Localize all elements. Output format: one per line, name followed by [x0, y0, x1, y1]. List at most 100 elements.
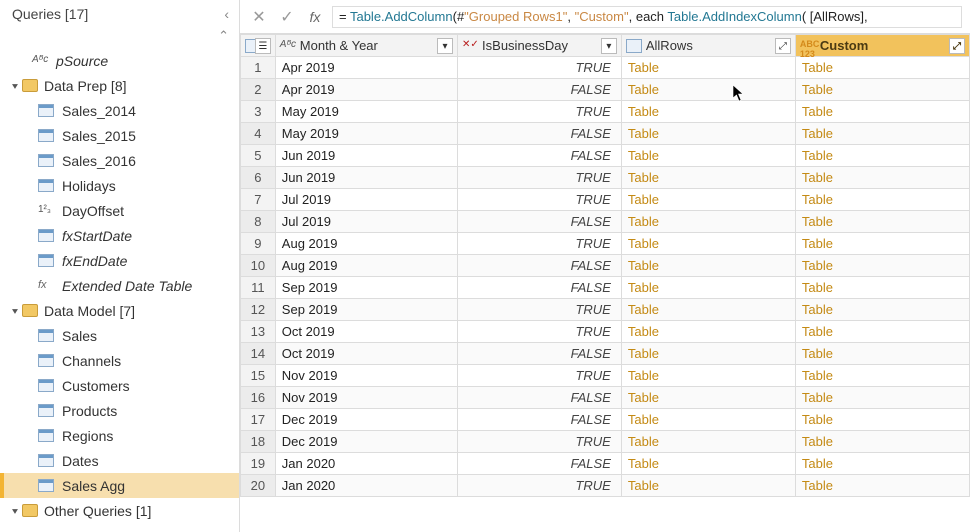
cell-month[interactable]: Dec 2019 [275, 431, 457, 453]
cell-custom[interactable]: Table [795, 211, 969, 233]
query-item[interactable]: Dates [0, 448, 239, 473]
cell-allrows[interactable]: Table [621, 79, 795, 101]
cell-custom[interactable]: Table [795, 321, 969, 343]
table-row[interactable]: 11Sep 2019FALSETableTable [241, 277, 970, 299]
commit-formula-icon[interactable]: ✓ [276, 6, 298, 28]
query-item[interactable]: Sales [0, 323, 239, 348]
row-number-cell[interactable]: 17 [241, 409, 276, 431]
query-item[interactable]: Regions [0, 423, 239, 448]
row-number-cell[interactable]: 20 [241, 475, 276, 497]
table-row[interactable]: 1Apr 2019TRUETableTable [241, 57, 970, 79]
cell-custom[interactable]: Table [795, 79, 969, 101]
cell-isbusinessday[interactable]: FALSE [458, 277, 622, 299]
row-number-cell[interactable]: 11 [241, 277, 276, 299]
row-number-cell[interactable]: 16 [241, 387, 276, 409]
cell-month[interactable]: Jun 2019 [275, 167, 457, 189]
row-menu-icon[interactable]: ☰ [255, 38, 271, 54]
table-row[interactable]: 7Jul 2019TRUETableTable [241, 189, 970, 211]
row-number-cell[interactable]: 2 [241, 79, 276, 101]
query-item[interactable]: Sales Agg [0, 473, 239, 498]
cell-month[interactable]: Oct 2019 [275, 321, 457, 343]
formula-input[interactable]: = Table.AddColumn(#"Grouped Rows1", "Cus… [332, 6, 962, 28]
column-header-cust[interactable]: ABC 123Custom⤢ [795, 35, 969, 57]
query-item[interactable]: Sales_2016 [0, 148, 239, 173]
cell-month[interactable]: Nov 2019 [275, 387, 457, 409]
cell-allrows[interactable]: Table [621, 101, 795, 123]
query-item[interactable]: Sales_2015 [0, 123, 239, 148]
cell-isbusinessday[interactable]: FALSE [458, 343, 622, 365]
table-row[interactable]: 8Jul 2019FALSETableTable [241, 211, 970, 233]
cell-allrows[interactable]: Table [621, 409, 795, 431]
query-item[interactable]: Customers [0, 373, 239, 398]
collapse-sidebar-icon[interactable]: ‹ [224, 6, 229, 22]
cell-month[interactable]: Nov 2019 [275, 365, 457, 387]
row-number-cell[interactable]: 18 [241, 431, 276, 453]
cell-allrows[interactable]: Table [621, 321, 795, 343]
cell-allrows[interactable]: Table [621, 387, 795, 409]
cell-month[interactable]: Jul 2019 [275, 189, 457, 211]
cell-allrows[interactable]: Table [621, 453, 795, 475]
cell-allrows[interactable]: Table [621, 145, 795, 167]
query-group[interactable]: ▾Other Queries [1] [0, 498, 239, 523]
column-header-bday[interactable]: ✕✓IsBusinessDay▾ [458, 35, 622, 57]
cell-allrows[interactable]: Table [621, 255, 795, 277]
cell-custom[interactable]: Table [795, 57, 969, 79]
cell-month[interactable]: Apr 2019 [275, 79, 457, 101]
table-row[interactable]: 14Oct 2019FALSETableTable [241, 343, 970, 365]
cell-custom[interactable]: Table [795, 123, 969, 145]
cell-month[interactable]: Jun 2019 [275, 145, 457, 167]
cell-isbusinessday[interactable]: FALSE [458, 453, 622, 475]
table-row[interactable]: 13Oct 2019TRUETableTable [241, 321, 970, 343]
column-header-rn[interactable]: ☰ [241, 35, 276, 57]
cancel-formula-icon[interactable]: ✕ [248, 6, 270, 28]
cell-month[interactable]: Oct 2019 [275, 343, 457, 365]
cell-allrows[interactable]: Table [621, 189, 795, 211]
cell-allrows[interactable]: Table [621, 299, 795, 321]
cell-month[interactable]: Jan 2020 [275, 475, 457, 497]
cell-custom[interactable]: Table [795, 255, 969, 277]
table-row[interactable]: 4May 2019FALSETableTable [241, 123, 970, 145]
cell-custom[interactable]: Table [795, 365, 969, 387]
cell-isbusinessday[interactable]: FALSE [458, 145, 622, 167]
row-number-cell[interactable]: 14 [241, 343, 276, 365]
query-item[interactable]: Channels [0, 348, 239, 373]
row-number-cell[interactable]: 7 [241, 189, 276, 211]
cell-month[interactable]: May 2019 [275, 101, 457, 123]
cell-custom[interactable]: Table [795, 409, 969, 431]
column-header-month[interactable]: AᴮcMonth & Year▾ [275, 35, 457, 57]
column-header-all[interactable]: AllRows⤢ [621, 35, 795, 57]
cell-custom[interactable]: Table [795, 145, 969, 167]
cell-isbusinessday[interactable]: TRUE [458, 321, 622, 343]
cell-month[interactable]: Jan 2020 [275, 453, 457, 475]
cell-isbusinessday[interactable]: TRUE [458, 233, 622, 255]
table-row[interactable]: 16Nov 2019FALSETableTable [241, 387, 970, 409]
cell-isbusinessday[interactable]: TRUE [458, 431, 622, 453]
row-number-cell[interactable]: 4 [241, 123, 276, 145]
cell-isbusinessday[interactable]: FALSE [458, 409, 622, 431]
cell-month[interactable]: Aug 2019 [275, 255, 457, 277]
cell-isbusinessday[interactable]: TRUE [458, 189, 622, 211]
cell-allrows[interactable]: Table [621, 277, 795, 299]
cell-custom[interactable]: Table [795, 299, 969, 321]
data-grid[interactable]: ☰AᴮcMonth & Year▾✕✓IsBusinessDay▾AllRows… [240, 34, 970, 532]
query-item[interactable]: fxStartDate [0, 223, 239, 248]
cell-custom[interactable]: Table [795, 387, 969, 409]
cell-month[interactable]: Jul 2019 [275, 211, 457, 233]
query-group[interactable]: ▾Data Model [7] [0, 298, 239, 323]
row-number-cell[interactable]: 15 [241, 365, 276, 387]
table-row[interactable]: 19Jan 2020FALSETableTable [241, 453, 970, 475]
cell-allrows[interactable]: Table [621, 167, 795, 189]
filter-column-icon[interactable]: ▾ [601, 38, 617, 54]
table-row[interactable]: 3May 2019TRUETableTable [241, 101, 970, 123]
expand-column-icon[interactable]: ⤢ [775, 38, 791, 54]
cell-isbusinessday[interactable]: TRUE [458, 101, 622, 123]
cell-allrows[interactable]: Table [621, 233, 795, 255]
row-number-cell[interactable]: 9 [241, 233, 276, 255]
cell-isbusinessday[interactable]: TRUE [458, 475, 622, 497]
cell-isbusinessday[interactable]: FALSE [458, 211, 622, 233]
table-row[interactable]: 15Nov 2019TRUETableTable [241, 365, 970, 387]
cell-custom[interactable]: Table [795, 453, 969, 475]
cell-isbusinessday[interactable]: FALSE [458, 255, 622, 277]
cell-custom[interactable]: Table [795, 431, 969, 453]
table-row[interactable]: 18Dec 2019TRUETableTable [241, 431, 970, 453]
